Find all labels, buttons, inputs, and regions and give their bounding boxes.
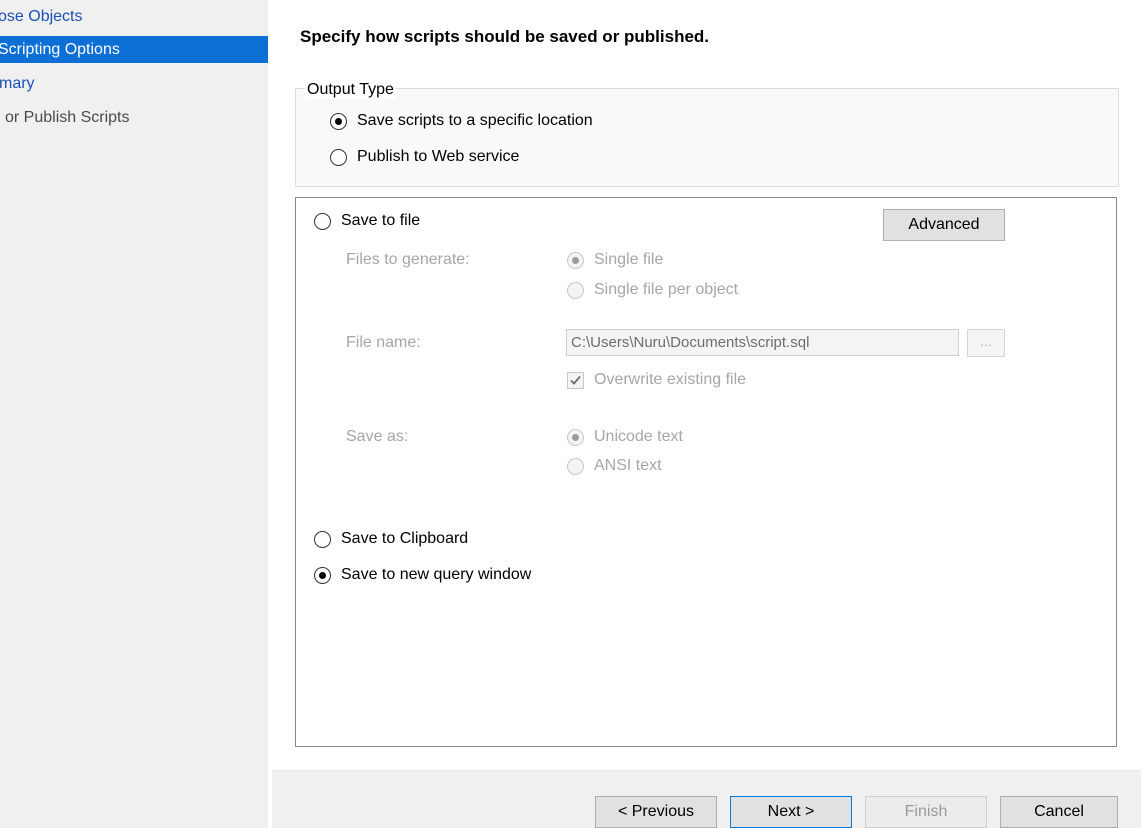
radio-label: Save to new query window [341, 566, 532, 583]
sidebar-item-label: or Publish Scripts [5, 109, 130, 126]
checkbox-label: Overwrite existing file [594, 371, 747, 388]
finish-button[interactable]: Finish [865, 796, 987, 828]
checkbox[interactable] [567, 371, 584, 389]
checkmark-icon [570, 375, 581, 385]
advanced-button[interactable]: Advanced [883, 209, 1005, 241]
sidebar-item-save-or-publish: or Publish Scripts [0, 104, 268, 131]
radio-button[interactable] [314, 212, 331, 230]
radio-button[interactable] [567, 428, 584, 446]
radio-unicode-text[interactable]: Unicode text [567, 428, 683, 446]
radio-save-to-clipboard[interactable]: Save to Clipboard [314, 530, 468, 548]
cancel-button[interactable]: Cancel [1000, 796, 1118, 828]
radio-label: Publish to Web service [357, 148, 520, 165]
radio-save-to-location[interactable]: Save scripts to a specific location [330, 112, 593, 130]
radio-button[interactable] [567, 457, 584, 475]
radio-button[interactable] [567, 251, 584, 269]
radio-button[interactable] [330, 148, 347, 166]
radio-button[interactable] [330, 112, 347, 130]
radio-label: Save scripts to a specific location [357, 112, 593, 129]
sidebar-item-scripting-options[interactable]: Scripting Options [0, 36, 268, 63]
next-button[interactable]: Next > [730, 796, 852, 828]
radio-button[interactable] [567, 281, 584, 299]
radio-publish-web-service[interactable]: Publish to Web service [330, 148, 519, 166]
sidebar-item-label: ose Objects [0, 8, 83, 25]
radio-single-file-per-object[interactable]: Single file per object [567, 281, 738, 299]
page-title: Specify how scripts should be saved or p… [300, 27, 710, 46]
radio-ansi-text[interactable]: ANSI text [567, 457, 662, 475]
radio-single-file[interactable]: Single file [567, 251, 663, 269]
browse-button[interactable]: ... [967, 329, 1005, 357]
radio-button[interactable] [314, 530, 331, 548]
radio-save-to-file[interactable]: Save to file [314, 212, 420, 230]
radio-button[interactable] [314, 566, 331, 584]
sidebar-item-choose-objects[interactable]: ose Objects [0, 3, 268, 30]
save-as-label: Save as: [346, 428, 409, 445]
radio-label: Save to Clipboard [341, 530, 469, 547]
output-type-group [295, 88, 1119, 187]
sidebar-item-label: Scripting Options [0, 41, 120, 58]
sidebar: ose Objects Scripting Options mary or Pu… [0, 0, 269, 828]
file-name-input[interactable]: C:\Users\Nuru\Documents\script.sql [566, 329, 959, 356]
overwrite-existing-checkbox[interactable]: Overwrite existing file [567, 371, 746, 389]
files-to-generate-label: Files to generate: [346, 251, 470, 268]
previous-button[interactable]: < Previous [595, 796, 717, 828]
output-type-legend: Output Type [305, 81, 396, 99]
sidebar-item-label: mary [0, 75, 35, 92]
radio-label: Save to file [341, 212, 421, 229]
radio-save-to-query-window[interactable]: Save to new query window [314, 566, 531, 584]
radio-label: ANSI text [594, 457, 662, 474]
file-name-label: File name: [346, 334, 421, 351]
options-panel [295, 197, 1117, 747]
radio-label: Unicode text [594, 428, 683, 445]
radio-label: Single file [594, 251, 664, 268]
radio-label: Single file per object [594, 281, 739, 298]
sidebar-item-summary[interactable]: mary [0, 70, 268, 97]
